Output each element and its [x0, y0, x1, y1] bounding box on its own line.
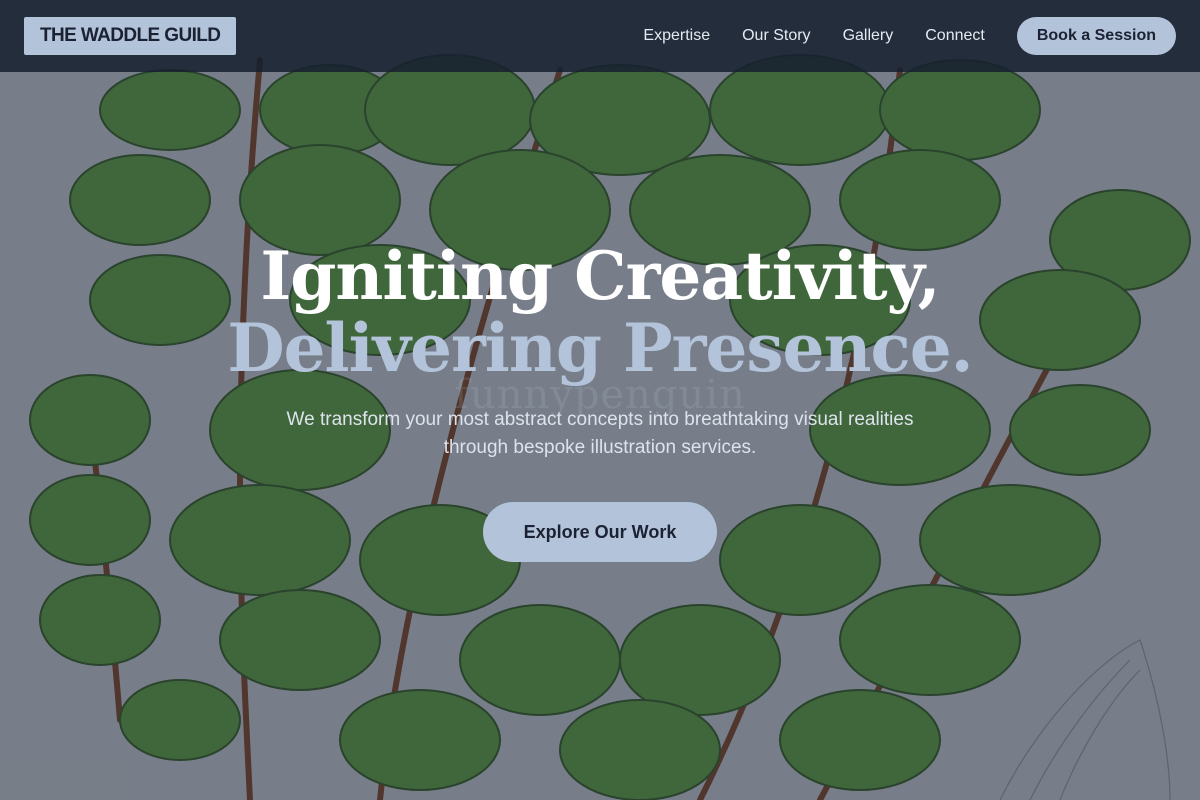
headline-line-1: Igniting Creativity,	[260, 237, 940, 315]
navbar: THE WADDLE GUILD Expertise Our Story Gal…	[0, 0, 1200, 72]
nav-link-connect[interactable]: Connect	[925, 27, 985, 45]
headline-line-2: Delivering Presence.	[227, 309, 973, 387]
nav-links: Expertise Our Story Gallery Connect	[643, 27, 984, 45]
book-session-button[interactable]: Book a Session	[1016, 17, 1176, 55]
hero-section: funnypenguin Igniting Creativity, Delive…	[0, 72, 1200, 800]
nav-link-expertise[interactable]: Expertise	[643, 27, 710, 45]
hero-headline: Igniting Creativity, Delivering Presence…	[0, 240, 1200, 384]
hero-subtitle: We transform your most abstract concepts…	[286, 409, 914, 458]
brand-logo[interactable]: THE WADDLE GUILD	[24, 17, 237, 55]
nav-right: Expertise Our Story Gallery Connect Book…	[643, 17, 1176, 55]
nav-link-gallery[interactable]: Gallery	[843, 27, 894, 45]
explore-work-button[interactable]: Explore Our Work	[483, 502, 717, 562]
nav-link-our-story[interactable]: Our Story	[742, 27, 810, 45]
